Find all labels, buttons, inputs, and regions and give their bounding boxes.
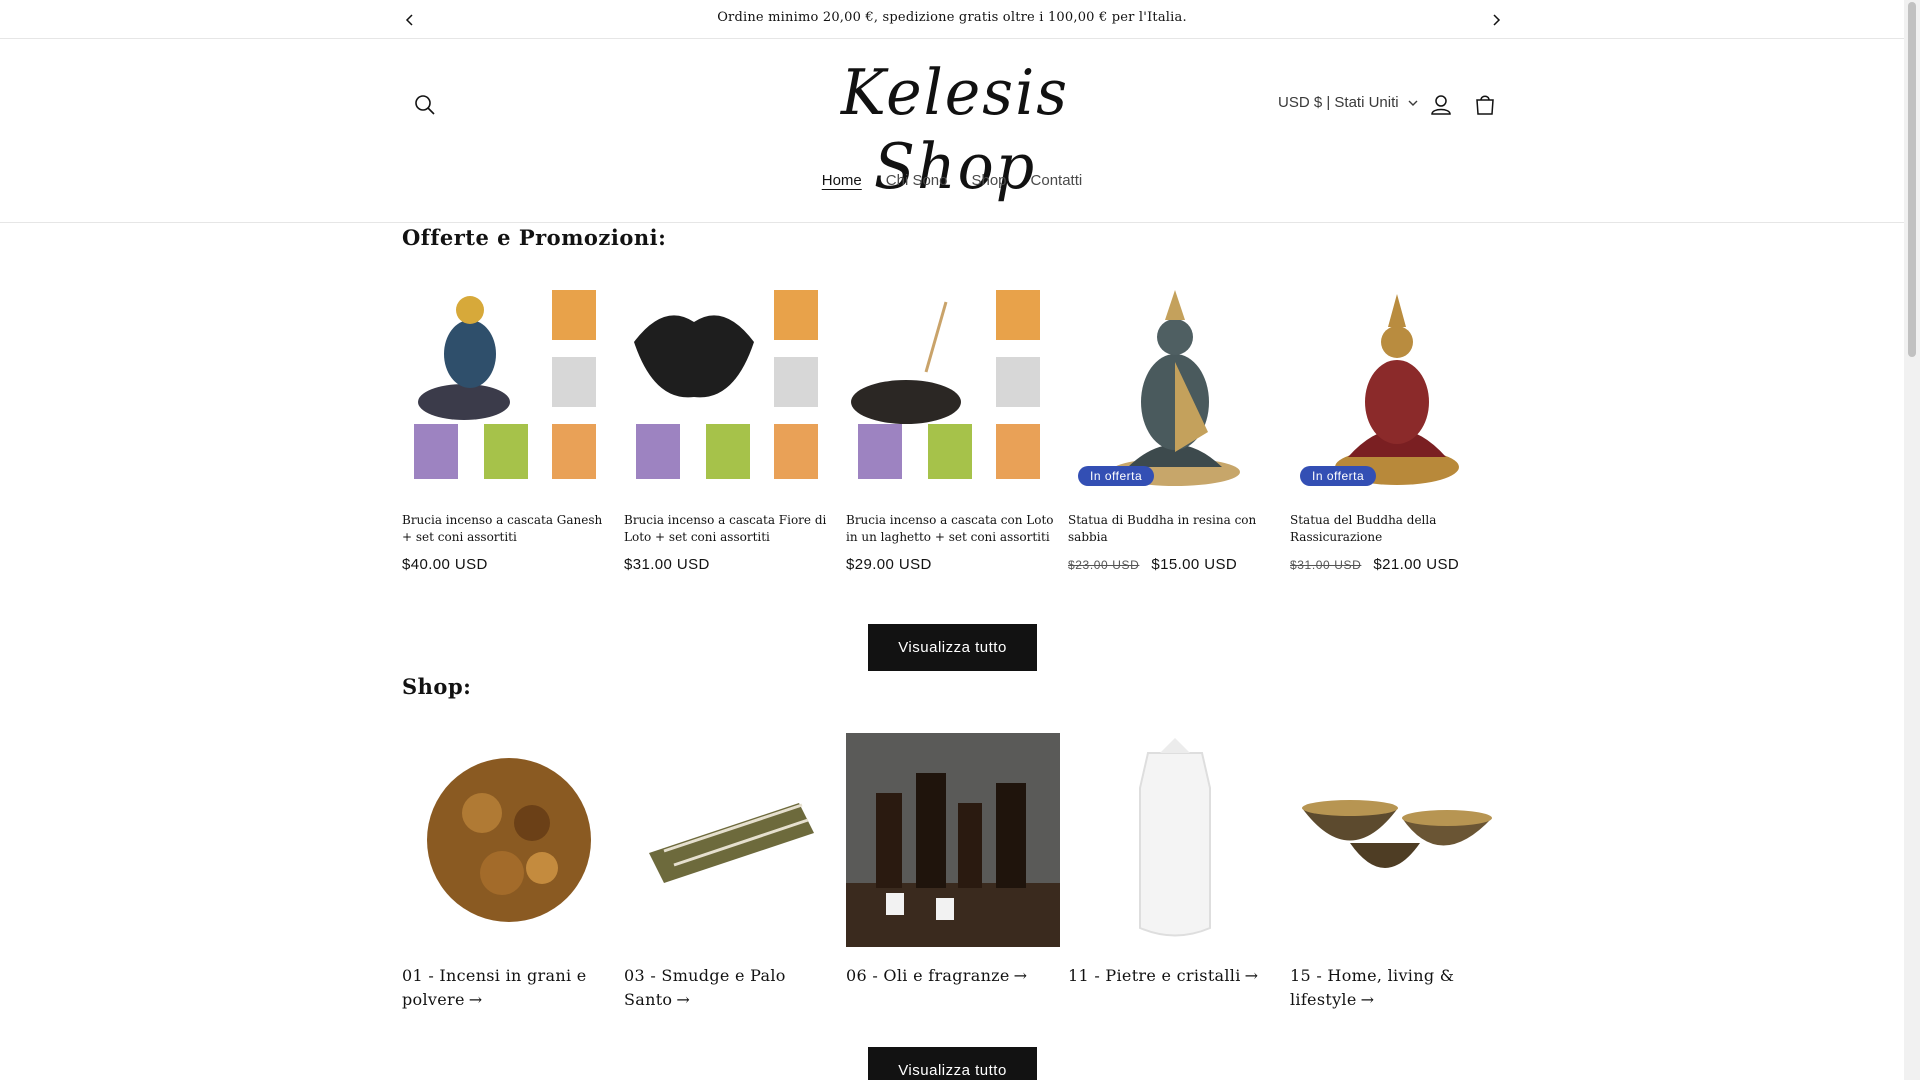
scrollbar-thumb[interactable] bbox=[1908, 2, 1916, 357]
collection-card[interactable]: 01 - Incensi in grani e polvere → bbox=[402, 733, 616, 1012]
page-scrollbar[interactable] bbox=[1904, 0, 1920, 1080]
currency-selector[interactable]: USD $ | Stati Uniti bbox=[1278, 94, 1419, 111]
offers-section-title: Offerte e Promozioni: bbox=[402, 225, 667, 250]
product-title[interactable]: Brucia incenso a cascata con Loto in un … bbox=[846, 512, 1060, 546]
product-photo bbox=[414, 290, 596, 479]
collection-label: 11 - Pietre e cristalli bbox=[1068, 966, 1241, 985]
arrow-right-icon: → bbox=[1360, 990, 1375, 1009]
product-price-row: $31.00 USD bbox=[624, 556, 838, 573]
product-card[interactable]: In offerta Statua di Buddha in resina co… bbox=[1068, 282, 1282, 573]
product-card[interactable]: In offerta Statua del Buddha della Rassi… bbox=[1290, 282, 1504, 573]
collection-image[interactable] bbox=[846, 733, 1060, 947]
sale-badge: In offerta bbox=[1078, 466, 1155, 486]
collection-label: 01 - Incensi in grani e polvere bbox=[402, 966, 587, 1009]
collection-title[interactable]: 01 - Incensi in grani e polvere → bbox=[402, 964, 616, 1012]
collection-title[interactable]: 06 - Oli e fragranze → bbox=[846, 964, 1060, 988]
sale-badge: In offerta bbox=[1300, 466, 1377, 486]
product-price: $15.00 USD bbox=[1151, 556, 1238, 573]
arrow-right-icon: → bbox=[1013, 966, 1028, 985]
currency-label: USD $ | Stati Uniti bbox=[1278, 94, 1399, 111]
product-price-row: $23.00 USD $15.00 USD bbox=[1068, 556, 1282, 573]
product-image[interactable]: In offerta bbox=[1290, 282, 1504, 496]
arrow-right-icon: → bbox=[468, 990, 483, 1009]
collection-photo bbox=[427, 758, 591, 922]
product-price: $29.00 USD bbox=[846, 556, 932, 573]
collection-image[interactable] bbox=[624, 733, 838, 947]
collection-title[interactable]: 15 - Home, living & lifestyle → bbox=[1290, 964, 1504, 1012]
product-title[interactable]: Statua del Buddha della Rassicurazione bbox=[1290, 512, 1504, 546]
arrow-right-icon: → bbox=[1244, 966, 1259, 985]
product-title[interactable]: Brucia incenso a cascata Fiore di Loto +… bbox=[624, 512, 838, 546]
collection-label: 06 - Oli e fragranze bbox=[846, 966, 1010, 985]
collection-label: 03 - Smudge e Palo Santo bbox=[624, 966, 786, 1009]
announcement-text: Ordine minimo 20,00 €, spedizione gratis… bbox=[717, 10, 1187, 25]
product-title[interactable]: Brucia incenso a cascata Ganesh + set co… bbox=[402, 512, 616, 546]
collection-card[interactable]: 03 - Smudge e Palo Santo → bbox=[624, 733, 838, 1012]
collection-title[interactable]: 11 - Pietre e cristalli → bbox=[1068, 964, 1282, 988]
product-title[interactable]: Statua di Buddha in resina con sabbia bbox=[1068, 512, 1282, 546]
shop-view-all-button[interactable]: Visualizza tutto bbox=[868, 1047, 1037, 1080]
collection-image[interactable] bbox=[1068, 733, 1282, 947]
product-price-row: $40.00 USD bbox=[402, 556, 616, 573]
product-card[interactable]: Brucia incenso a cascata con Loto in un … bbox=[846, 282, 1060, 573]
product-old-price: $23.00 USD bbox=[1068, 557, 1140, 572]
product-photo bbox=[1335, 294, 1459, 485]
product-card[interactable]: Brucia incenso a cascata Fiore di Loto +… bbox=[624, 282, 838, 573]
product-price-row: $31.00 USD $21.00 USD bbox=[1290, 556, 1504, 573]
product-photo bbox=[1110, 290, 1240, 486]
collection-image[interactable] bbox=[402, 733, 616, 947]
product-price: $31.00 USD bbox=[624, 556, 710, 573]
collection-photo bbox=[1139, 738, 1211, 937]
product-image[interactable] bbox=[846, 282, 1060, 496]
product-image[interactable] bbox=[402, 282, 616, 496]
site-header: Kelesis Shop USD $ | Stati Uniti Home Ch… bbox=[0, 40, 1904, 223]
search-button[interactable] bbox=[410, 90, 440, 120]
cart-icon bbox=[1476, 95, 1494, 115]
product-price: $40.00 USD bbox=[402, 556, 488, 573]
offers-view-all-button[interactable]: Visualizza tutto bbox=[868, 624, 1037, 671]
account-button[interactable] bbox=[1426, 90, 1456, 120]
site-logo[interactable]: Kelesis Shop bbox=[780, 57, 1130, 204]
product-price: $21.00 USD bbox=[1373, 556, 1460, 573]
product-photo bbox=[634, 290, 818, 479]
collection-title[interactable]: 03 - Smudge e Palo Santo → bbox=[624, 964, 838, 1012]
product-photo bbox=[851, 290, 1040, 479]
nav-item-shop[interactable]: Shop bbox=[971, 172, 1006, 189]
product-card[interactable]: Brucia incenso a cascata Ganesh + set co… bbox=[402, 282, 616, 573]
nav-item-contatti[interactable]: Contatti bbox=[1031, 172, 1083, 189]
product-old-price: $31.00 USD bbox=[1290, 557, 1362, 572]
main-nav: Home Chi Sono Shop Contatti bbox=[0, 172, 1904, 189]
collection-image[interactable] bbox=[1290, 733, 1504, 947]
collection-photo bbox=[1302, 800, 1492, 868]
search-icon bbox=[415, 95, 435, 115]
nav-item-home[interactable]: Home bbox=[822, 172, 862, 189]
arrow-right-icon: → bbox=[676, 990, 691, 1009]
chevron-down-icon bbox=[1408, 100, 1418, 106]
chevron-right-icon bbox=[1493, 14, 1501, 26]
collection-photo bbox=[846, 733, 1060, 947]
product-image[interactable] bbox=[624, 282, 838, 496]
collection-card[interactable]: 15 - Home, living & lifestyle → bbox=[1290, 733, 1504, 1012]
announcement-next-button[interactable] bbox=[1486, 10, 1506, 30]
nav-item-chi-sono[interactable]: Chi Sono bbox=[886, 172, 948, 189]
cart-button[interactable] bbox=[1470, 90, 1500, 120]
product-image[interactable]: In offerta bbox=[1068, 282, 1282, 496]
announcement-bar: Ordine minimo 20,00 €, spedizione gratis… bbox=[0, 0, 1904, 39]
collection-photo bbox=[649, 803, 814, 883]
account-icon bbox=[1431, 95, 1451, 115]
product-price-row: $29.00 USD bbox=[846, 556, 1060, 573]
collection-card[interactable]: 06 - Oli e fragranze → bbox=[846, 733, 1060, 988]
shop-section-title: Shop: bbox=[402, 674, 472, 699]
collection-card[interactable]: 11 - Pietre e cristalli → bbox=[1068, 733, 1282, 988]
